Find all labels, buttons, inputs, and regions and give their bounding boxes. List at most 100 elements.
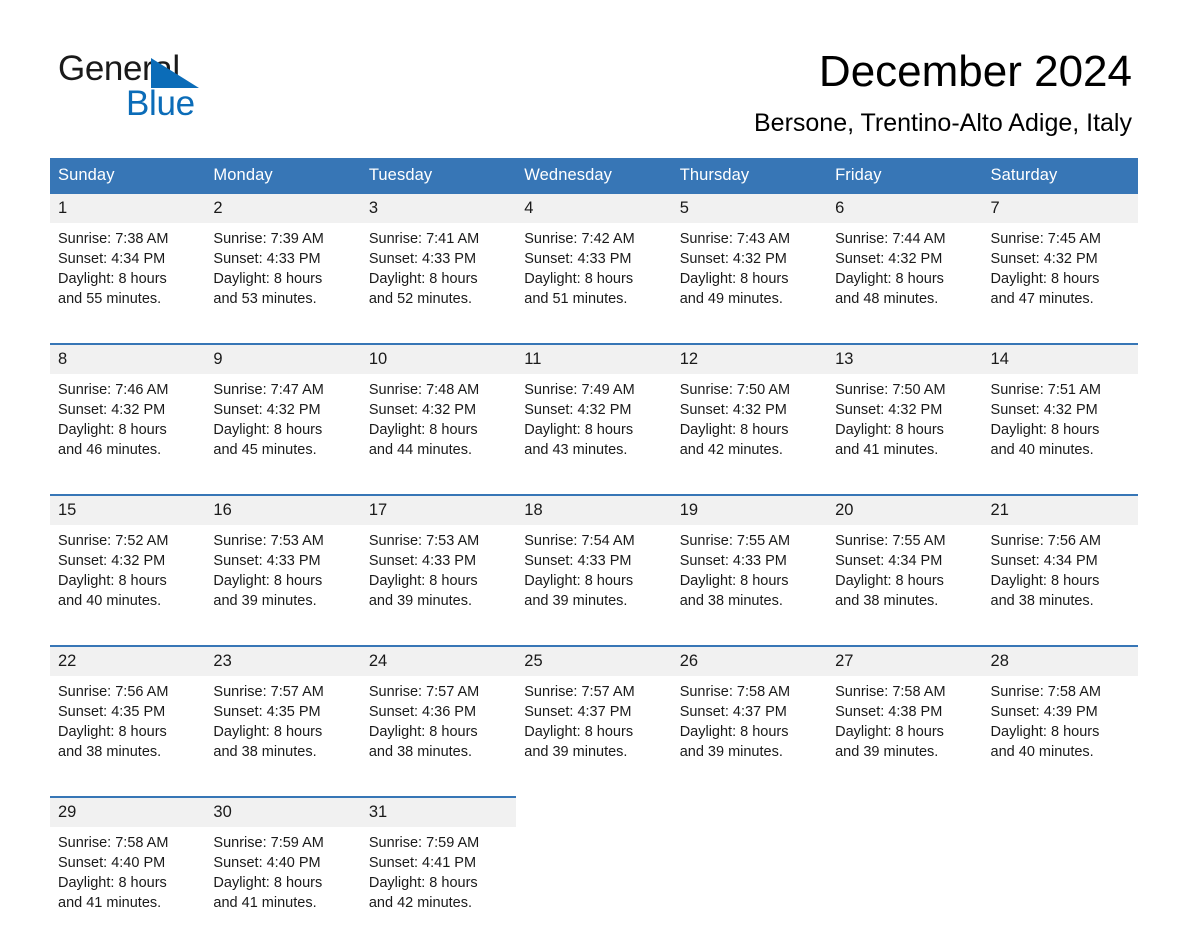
day-number[interactable]: 26 — [671, 645, 828, 676]
day-cell[interactable]: Sunrise: 7:59 AM Sunset: 4:40 PM Dayligh… — [205, 827, 361, 947]
day-cell[interactable]: Sunrise: 7:56 AM Sunset: 4:34 PM Dayligh… — [982, 525, 1138, 646]
day-number[interactable]: 18 — [516, 494, 672, 525]
day-number[interactable]: 5 — [671, 194, 828, 223]
day-number-empty — [516, 796, 672, 827]
day-number[interactable]: 9 — [205, 343, 361, 374]
sunrise-text: Sunrise: 7:54 AM — [524, 533, 635, 549]
day-number[interactable]: 10 — [360, 343, 517, 374]
day-number[interactable]: 19 — [671, 494, 828, 525]
week-row-details: Sunrise: 7:38 AM Sunset: 4:34 PM Dayligh… — [50, 223, 1138, 344]
daylight-text-line1: Daylight: 8 hours — [679, 422, 789, 438]
day-number[interactable]: 24 — [360, 645, 517, 676]
day-number[interactable]: 13 — [827, 343, 983, 374]
day-cell[interactable]: Sunrise: 7:58 AM Sunset: 4:39 PM Dayligh… — [982, 676, 1138, 797]
sunset-text: Sunset: 4:33 PM — [679, 553, 787, 569]
day-cell[interactable]: Sunrise: 7:49 AM Sunset: 4:32 PM Dayligh… — [516, 374, 672, 495]
day-cell[interactable]: Sunrise: 7:52 AM Sunset: 4:32 PM Dayligh… — [50, 525, 206, 646]
daylight-text-line1: Daylight: 8 hours — [679, 271, 789, 287]
week-row-daynumbers: 22 23 24 25 26 27 28 — [50, 645, 1138, 676]
day-cell[interactable]: Sunrise: 7:50 AM Sunset: 4:32 PM Dayligh… — [671, 374, 828, 495]
day-number[interactable]: 28 — [982, 645, 1138, 676]
day-number[interactable]: 17 — [360, 494, 517, 525]
page-title: December 2024 — [818, 47, 1132, 96]
day-cell[interactable]: Sunrise: 7:53 AM Sunset: 4:33 PM Dayligh… — [360, 525, 517, 646]
daylight-text-line1: Daylight: 8 hours — [213, 875, 323, 891]
day-cell[interactable]: Sunrise: 7:55 AM Sunset: 4:33 PM Dayligh… — [671, 525, 828, 646]
sunset-text: Sunset: 4:36 PM — [368, 704, 477, 720]
day-cell[interactable]: Sunrise: 7:57 AM Sunset: 4:37 PM Dayligh… — [516, 676, 672, 797]
calendar-body: 1 2 3 4 5 6 7 Sunrise: 7:38 AM Sunset: 4… — [50, 194, 1138, 947]
day-number[interactable]: 4 — [516, 194, 672, 223]
daylight-text-line1: Daylight: 8 hours — [524, 573, 634, 589]
day-number[interactable]: 16 — [205, 494, 361, 525]
day-number[interactable]: 14 — [982, 343, 1138, 374]
day-cell[interactable]: Sunrise: 7:43 AM Sunset: 4:32 PM Dayligh… — [671, 223, 828, 344]
day-cell[interactable]: Sunrise: 7:38 AM Sunset: 4:34 PM Dayligh… — [50, 223, 206, 344]
general-blue-logo: General Blue — [58, 50, 318, 126]
day-cell[interactable]: Sunrise: 7:46 AM Sunset: 4:32 PM Dayligh… — [50, 374, 206, 495]
day-cell[interactable]: Sunrise: 7:45 AM Sunset: 4:32 PM Dayligh… — [982, 223, 1138, 344]
sunset-text: Sunset: 4:32 PM — [679, 251, 787, 267]
week-row-details: Sunrise: 7:52 AM Sunset: 4:32 PM Dayligh… — [50, 525, 1138, 646]
day-cell[interactable]: Sunrise: 7:42 AM Sunset: 4:33 PM Dayligh… — [516, 223, 672, 344]
day-number[interactable]: 3 — [360, 194, 517, 223]
day-cell[interactable]: Sunrise: 7:44 AM Sunset: 4:32 PM Dayligh… — [827, 223, 983, 344]
sunset-text: Sunset: 4:32 PM — [835, 402, 943, 418]
day-cell[interactable]: Sunrise: 7:57 AM Sunset: 4:35 PM Dayligh… — [205, 676, 361, 797]
daylight-text-line2: and 41 minutes. — [58, 895, 162, 911]
daylight-text-line1: Daylight: 8 hours — [213, 724, 323, 740]
day-number[interactable]: 7 — [982, 194, 1138, 223]
day-cell[interactable]: Sunrise: 7:55 AM Sunset: 4:34 PM Dayligh… — [827, 525, 983, 646]
day-number[interactable]: 20 — [827, 494, 983, 525]
day-cell[interactable]: Sunrise: 7:58 AM Sunset: 4:38 PM Dayligh… — [827, 676, 983, 797]
day-cell[interactable]: Sunrise: 7:59 AM Sunset: 4:41 PM Dayligh… — [360, 827, 517, 947]
sunrise-text: Sunrise: 7:58 AM — [990, 684, 1101, 700]
location-subtitle: Bersone, Trentino-Alto Adige, Italy — [754, 109, 1132, 137]
daylight-text-line2: and 38 minutes. — [58, 744, 162, 760]
weekday-header-friday: Friday — [827, 158, 983, 194]
sunrise-text: Sunrise: 7:59 AM — [213, 835, 324, 851]
calendar-table: Sunday Monday Tuesday Wednesday Thursday… — [50, 158, 1138, 947]
sunrise-text: Sunrise: 7:56 AM — [990, 533, 1101, 549]
day-number[interactable]: 29 — [50, 796, 206, 827]
sunset-text: Sunset: 4:40 PM — [213, 855, 321, 871]
day-number[interactable]: 22 — [50, 645, 206, 676]
day-cell[interactable]: Sunrise: 7:47 AM Sunset: 4:32 PM Dayligh… — [205, 374, 361, 495]
day-cell[interactable]: Sunrise: 7:39 AM Sunset: 4:33 PM Dayligh… — [205, 223, 361, 344]
day-number[interactable]: 11 — [516, 343, 672, 374]
day-cell[interactable]: Sunrise: 7:58 AM Sunset: 4:37 PM Dayligh… — [671, 676, 828, 797]
daylight-text-line2: and 47 minutes. — [990, 291, 1094, 307]
sunset-text: Sunset: 4:32 PM — [990, 251, 1098, 267]
daylight-text-line2: and 38 minutes. — [835, 593, 939, 609]
day-cell[interactable]: Sunrise: 7:41 AM Sunset: 4:33 PM Dayligh… — [360, 223, 517, 344]
day-cell[interactable]: Sunrise: 7:51 AM Sunset: 4:32 PM Dayligh… — [982, 374, 1138, 495]
day-number[interactable]: 1 — [50, 194, 206, 223]
day-cell[interactable]: Sunrise: 7:50 AM Sunset: 4:32 PM Dayligh… — [827, 374, 983, 495]
day-cell[interactable]: Sunrise: 7:53 AM Sunset: 4:33 PM Dayligh… — [205, 525, 361, 646]
day-number[interactable]: 12 — [671, 343, 828, 374]
daylight-text-line2: and 44 minutes. — [368, 442, 473, 458]
day-number[interactable]: 15 — [50, 494, 206, 525]
daylight-text-line2: and 45 minutes. — [213, 442, 317, 458]
daylight-text-line2: and 38 minutes. — [679, 593, 783, 609]
weekday-header-thursday: Thursday — [671, 158, 828, 194]
day-number[interactable]: 2 — [205, 194, 361, 223]
day-number[interactable]: 6 — [827, 194, 983, 223]
day-number[interactable]: 27 — [827, 645, 983, 676]
daylight-text-line2: and 38 minutes. — [368, 744, 473, 760]
day-number[interactable]: 31 — [360, 796, 517, 827]
daylight-text-line2: and 52 minutes. — [368, 291, 473, 307]
day-cell[interactable]: Sunrise: 7:48 AM Sunset: 4:32 PM Dayligh… — [360, 374, 517, 495]
day-number[interactable]: 25 — [516, 645, 672, 676]
day-number[interactable]: 30 — [205, 796, 361, 827]
day-cell[interactable]: Sunrise: 7:56 AM Sunset: 4:35 PM Dayligh… — [50, 676, 206, 797]
day-number[interactable]: 21 — [982, 494, 1138, 525]
sunset-text: Sunset: 4:35 PM — [213, 704, 321, 720]
day-cell[interactable]: Sunrise: 7:54 AM Sunset: 4:33 PM Dayligh… — [516, 525, 672, 646]
day-number[interactable]: 23 — [205, 645, 361, 676]
daylight-text-line2: and 38 minutes. — [990, 593, 1094, 609]
day-number[interactable]: 8 — [50, 343, 206, 374]
day-cell[interactable]: Sunrise: 7:57 AM Sunset: 4:36 PM Dayligh… — [360, 676, 517, 797]
daylight-text-line1: Daylight: 8 hours — [368, 724, 478, 740]
day-cell[interactable]: Sunrise: 7:58 AM Sunset: 4:40 PM Dayligh… — [50, 827, 206, 947]
